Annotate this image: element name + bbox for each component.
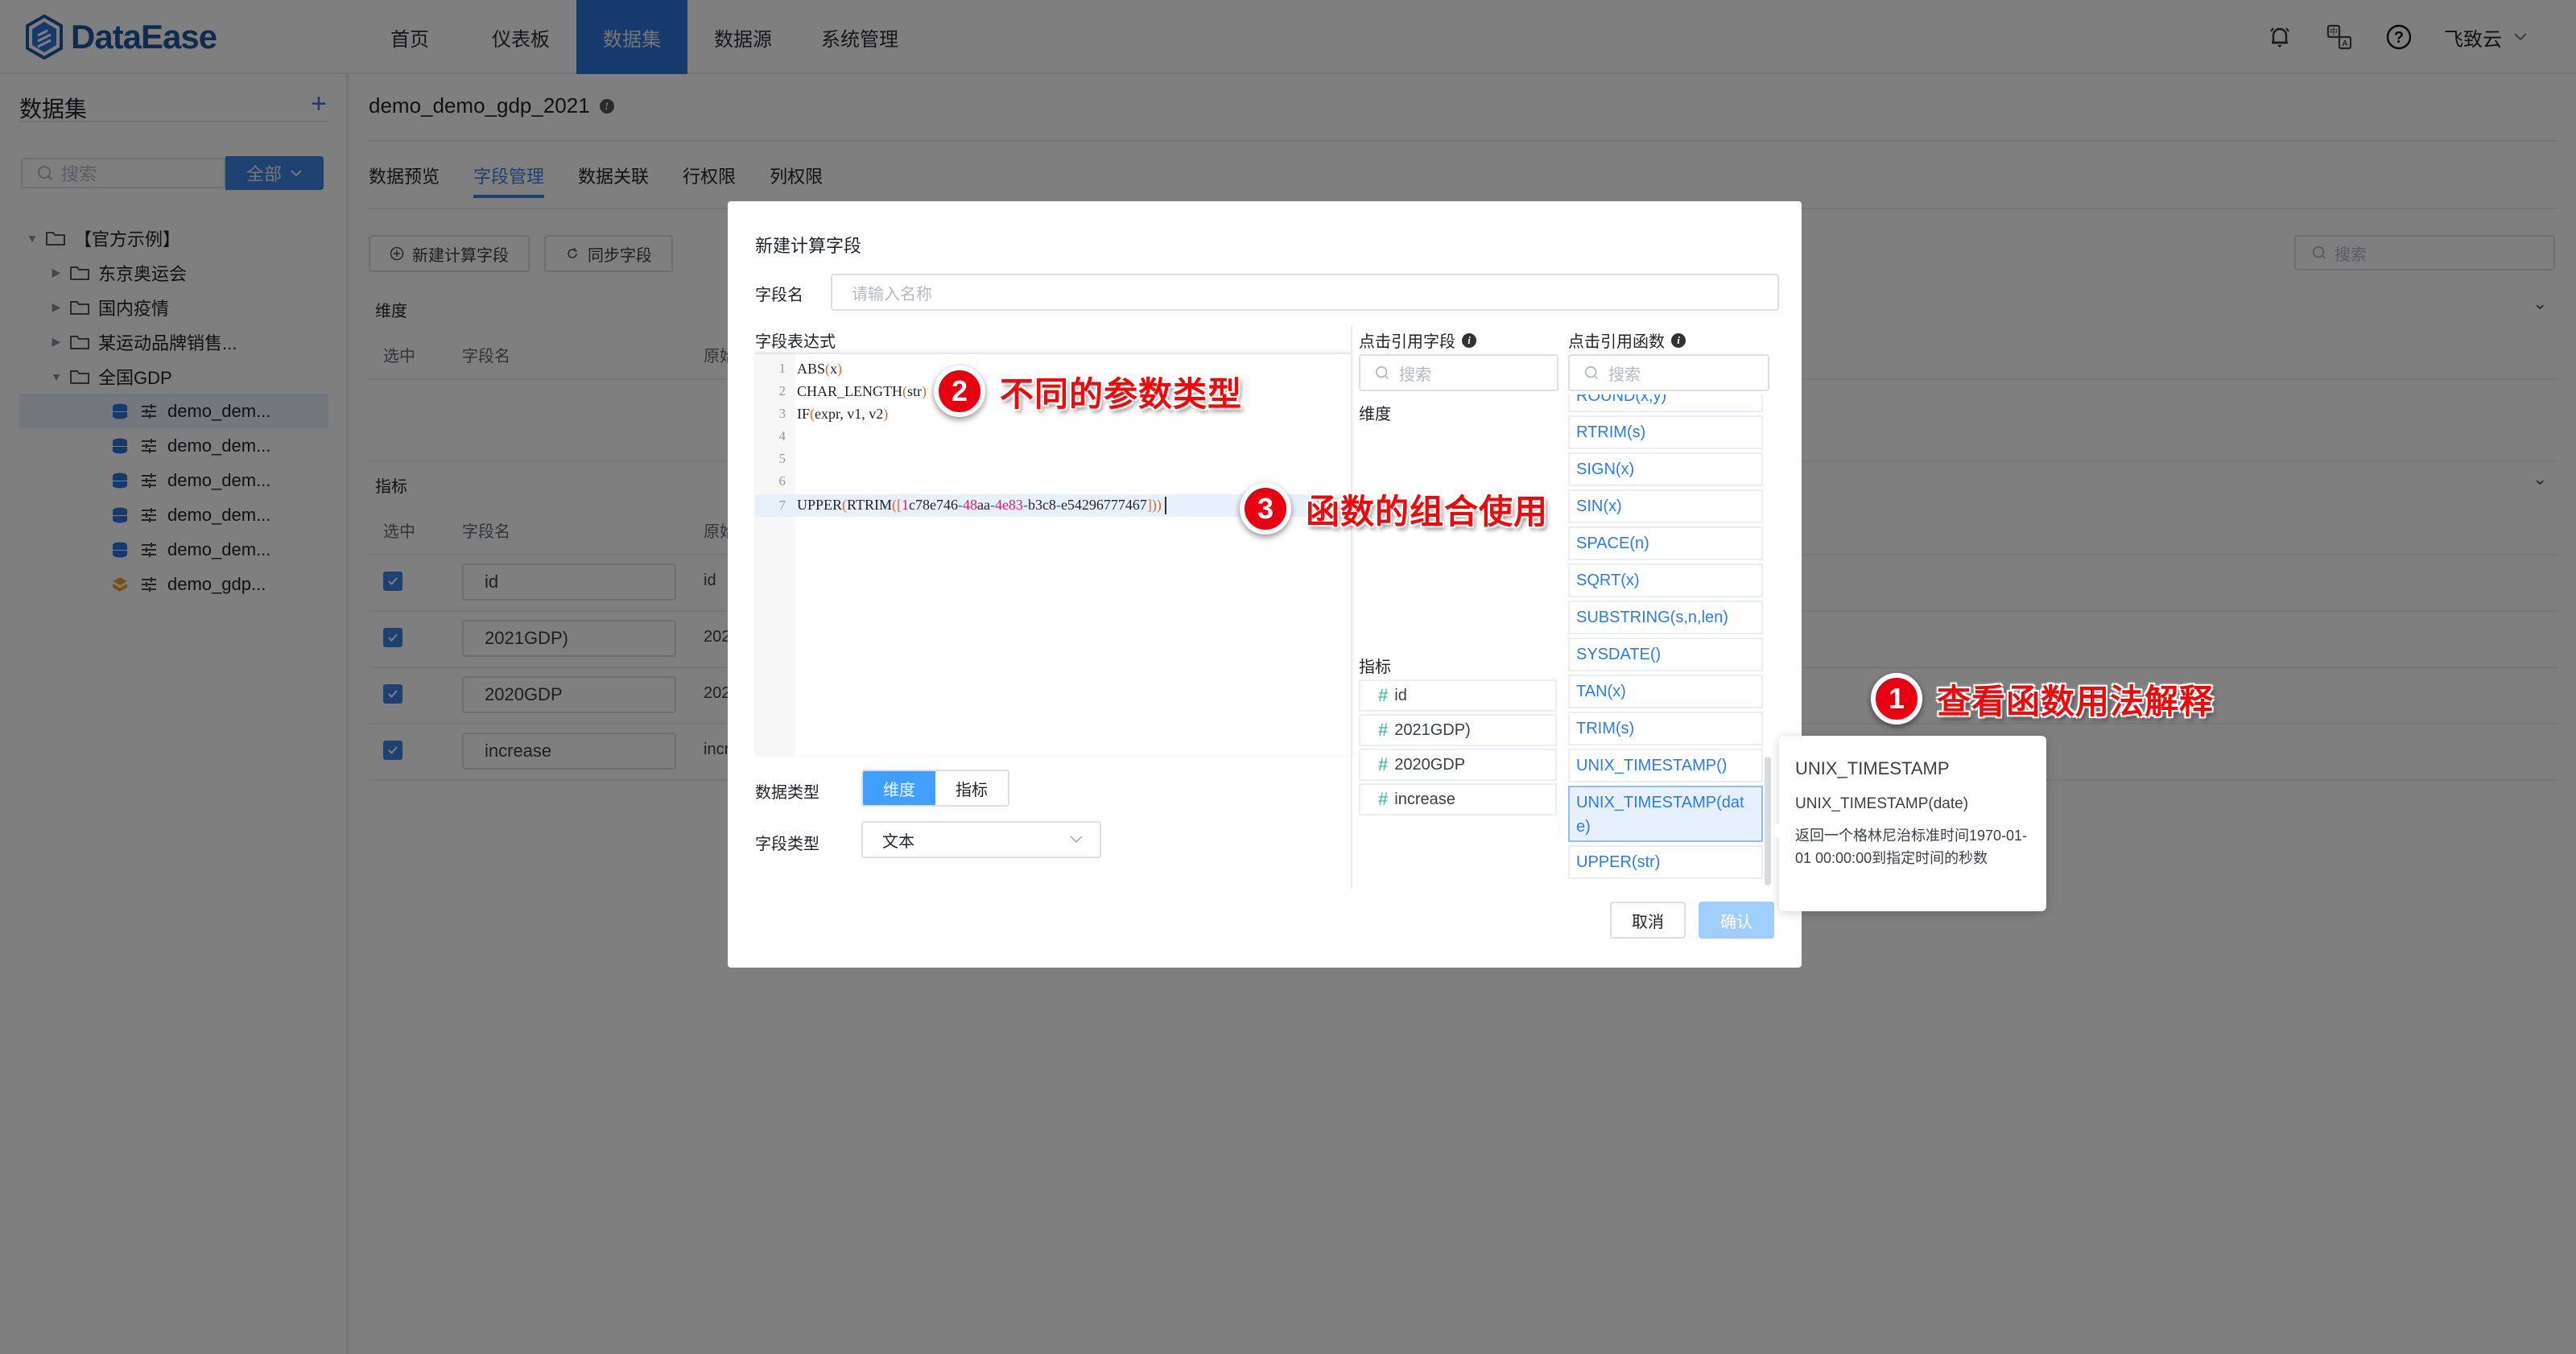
function-list[interactable]: ROUND(x,y) RTRIM(s) SIGN(x) SIN(x) SPACE…	[1568, 394, 1766, 889]
field-ref-item[interactable]: # increase	[1359, 783, 1557, 815]
line-number: 6	[778, 473, 786, 489]
annotation-text: 函数的组合使用	[1306, 491, 1549, 531]
divider	[1351, 325, 1352, 889]
data-type-dimension[interactable]: 维度	[863, 771, 935, 805]
popover-signature: UNIX_TIMESTAMP(date)	[1795, 795, 1969, 812]
expression-label: 字段表达式	[755, 333, 836, 351]
popover-description: 返回一个格林尼治标准时间1970-01-01 00:00:00到指定时间的秒数	[1795, 828, 2028, 866]
placeholder: 搜索	[1399, 365, 1431, 384]
function-item[interactable]: SPACE(n)	[1568, 526, 1763, 560]
line-number: 2	[778, 383, 786, 398]
func-ref-title: 点击引用函数	[1568, 333, 1665, 351]
line-number: 1	[778, 361, 786, 376]
code-text: CHAR_LENGTH(str)	[797, 382, 927, 399]
annotation-badge: 1	[1871, 673, 1922, 724]
field-ref-item[interactable]: #2021GDP)	[1359, 714, 1557, 746]
function-item[interactable]: TAN(x)	[1568, 675, 1763, 708]
placeholder: 搜索	[1608, 365, 1641, 384]
code-text: IF(expr, v1, v2)	[797, 405, 889, 422]
popover-title: UNIX_TIMESTAMP	[1795, 758, 1950, 778]
function-item[interactable]: UPPER(str)	[1568, 845, 1763, 879]
field-name-input[interactable]: 请输入名称	[831, 274, 1779, 311]
function-item[interactable]: UNIX_TIMESTAMP()	[1568, 749, 1763, 782]
line-number: 7	[778, 497, 786, 513]
dimension-label: 维度	[1359, 406, 1391, 423]
new-calc-field-dialog: 新建计算字段 字段名 请输入名称 字段表达式 1 ABS(x) 2 CHAR_L…	[728, 201, 1802, 968]
field-name: id	[1394, 686, 1407, 704]
function-item[interactable]: SYSDATE()	[1568, 638, 1763, 671]
field-ref-title: 点击引用字段	[1359, 333, 1455, 351]
function-item[interactable]: SIN(x)	[1568, 489, 1763, 523]
info-icon[interactable]: i	[1671, 332, 1686, 348]
annotation-badge: 2	[934, 365, 985, 417]
annotation-badge: 3	[1240, 483, 1291, 535]
field-name: increase	[1394, 790, 1455, 808]
field-name-label: 字段名	[755, 287, 803, 304]
info-icon[interactable]: i	[1462, 332, 1476, 348]
function-item-highlighted[interactable]: UNIX_TIMESTAMP(date)	[1568, 786, 1763, 842]
function-item[interactable]: ROUND(x,y)	[1568, 394, 1763, 412]
cancel-button[interactable]: 取消	[1610, 902, 1686, 939]
field-ref-header: 点击引用字段 i	[1359, 328, 1476, 352]
function-item[interactable]: SUBSTRING(s,n,len)	[1568, 601, 1763, 634]
field-ref-item[interactable]: #2020GDP	[1359, 749, 1557, 781]
measure-label: 指标	[1359, 658, 1391, 676]
field-ref-item[interactable]: # id	[1359, 679, 1557, 712]
confirm-button[interactable]: 确认	[1699, 902, 1774, 939]
search-icon	[1375, 365, 1389, 379]
field-type-select[interactable]: 文本	[861, 821, 1101, 858]
search-icon	[1584, 365, 1598, 379]
field-name: 2020GDP	[1394, 755, 1466, 774]
number-type-icon: #	[1378, 685, 1389, 705]
annotation-text: 查看函数用法解释	[1937, 681, 2215, 721]
annotation-callout-3: 3 函数的组合使用	[1240, 483, 1548, 535]
code-line[interactable]: 5	[755, 448, 1352, 470]
line-number: 5	[778, 451, 786, 466]
field-search-input[interactable]: 搜索	[1359, 354, 1558, 391]
data-type-label: 数据类型	[755, 784, 819, 802]
annotation-text: 不同的参数类型	[1000, 374, 1243, 414]
line-number: 3	[778, 406, 786, 421]
chevron-down-icon	[1070, 836, 1083, 844]
select-value: 文本	[882, 832, 914, 851]
data-type-toggle: 维度 指标	[861, 770, 1009, 807]
function-item[interactable]: TRIM(s)	[1568, 712, 1763, 745]
annotation-callout-1: 1 查看函数用法解释	[1871, 673, 2214, 724]
function-item[interactable]: SIGN(x)	[1568, 452, 1763, 486]
dialog-title: 新建计算字段	[755, 236, 862, 256]
placeholder: 请输入名称	[852, 285, 932, 303]
annotation-callout-2: 2 不同的参数类型	[934, 365, 1242, 417]
data-type-measure[interactable]: 指标	[935, 771, 1008, 805]
number-type-icon: #	[1378, 789, 1389, 809]
line-number: 4	[778, 428, 786, 444]
function-item[interactable]: RTRIM(s)	[1568, 415, 1763, 449]
function-search-input[interactable]: 搜索	[1568, 354, 1769, 391]
number-type-icon: #	[1378, 754, 1389, 774]
field-type-label: 字段类型	[755, 836, 819, 853]
function-help-popover: UNIX_TIMESTAMP UNIX_TIMESTAMP(date) 返回一个…	[1771, 736, 2046, 911]
code-line[interactable]: 4	[755, 425, 1352, 448]
function-item[interactable]: SQRT(x)	[1568, 563, 1763, 597]
number-type-icon: #	[1378, 720, 1389, 740]
field-name: 2021GDP)	[1394, 720, 1471, 739]
function-list-scrollbar[interactable]	[1765, 757, 1771, 885]
code-text: ABS(x)	[797, 360, 843, 377]
code-text: UPPER(RTRIM([1c78e746-48aa-4e83-b3c8-e54…	[792, 497, 1166, 515]
func-ref-header: 点击引用函数 i	[1568, 328, 1686, 352]
